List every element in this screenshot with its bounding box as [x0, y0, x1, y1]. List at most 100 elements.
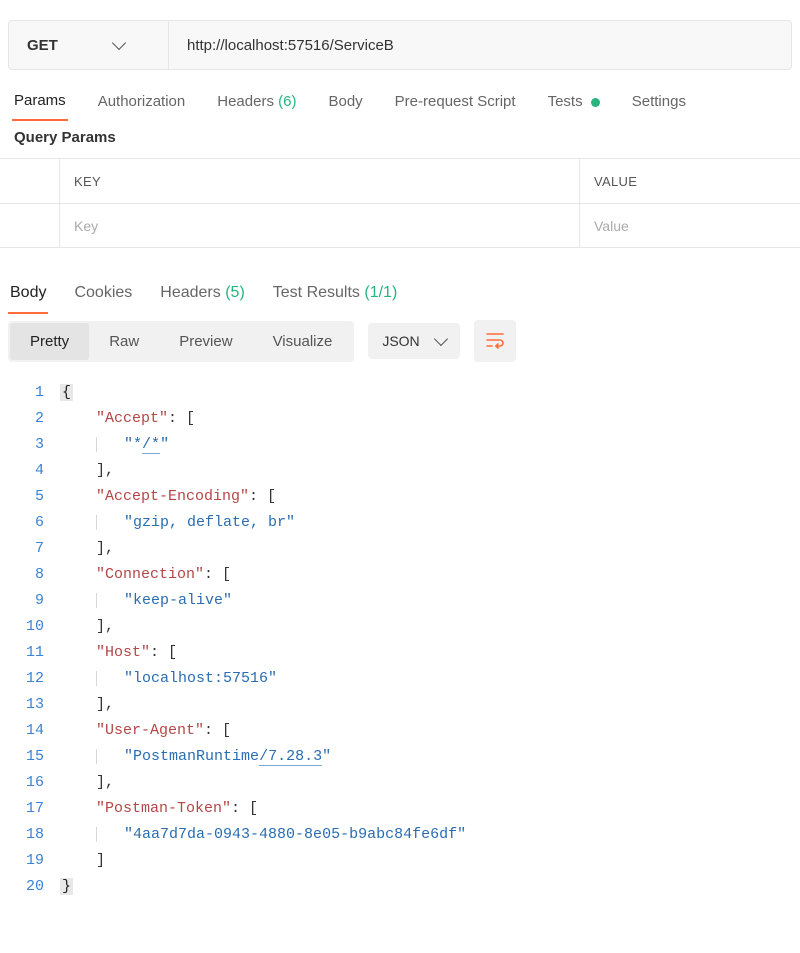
code-line: 14 "User-Agent": [	[0, 718, 800, 744]
tab-headers[interactable]: Headers (6)	[215, 87, 298, 120]
line-number: 18	[0, 822, 60, 848]
request-tabs: Params Authorization Headers (6) Body Pr…	[0, 80, 800, 121]
line-number: 10	[0, 614, 60, 640]
code-content: ],	[60, 458, 800, 484]
line-number: 13	[0, 692, 60, 718]
code-content: ],	[60, 614, 800, 640]
line-number: 3	[0, 432, 60, 458]
line-number: 20	[0, 874, 60, 900]
tab-headers-label: Headers	[217, 93, 274, 110]
response-body-viewer[interactable]: 1{2 "Accept": [3 "*/*"4 ],5 "Accept-Enco…	[0, 372, 800, 920]
line-number: 12	[0, 666, 60, 692]
chevron-down-icon	[112, 36, 126, 50]
code-content: "Connection": [	[60, 562, 800, 588]
wrap-icon	[485, 331, 505, 352]
code-content: "gzip, deflate, br"	[60, 510, 800, 536]
code-content: ],	[60, 692, 800, 718]
code-line: 20}	[0, 874, 800, 900]
view-pretty-button[interactable]: Pretty	[10, 323, 89, 360]
headers-count: (6)	[278, 93, 296, 110]
code-content: "User-Agent": [	[60, 718, 800, 744]
code-line: 5 "Accept-Encoding": [	[0, 484, 800, 510]
request-bar: GET	[8, 20, 792, 70]
tab-tests-label: Tests	[548, 93, 583, 110]
response-headers-label: Headers	[160, 284, 220, 301]
http-method-select[interactable]: GET	[9, 21, 169, 69]
view-preview-button[interactable]: Preview	[159, 323, 252, 360]
code-line: 18 "4aa7d7da-0943-4880-8e05-b9abc84fe6df…	[0, 822, 800, 848]
code-content: }	[60, 874, 800, 900]
code-line: 8 "Connection": [	[0, 562, 800, 588]
code-content: "Postman-Token": [	[60, 796, 800, 822]
line-number: 6	[0, 510, 60, 536]
query-params-title: Query Params	[0, 121, 800, 158]
tests-indicator-dot	[591, 98, 600, 107]
test-results-label: Test Results	[273, 284, 360, 301]
line-number: 19	[0, 848, 60, 874]
line-number: 1	[0, 380, 60, 406]
tab-settings[interactable]: Settings	[630, 87, 688, 120]
view-raw-button[interactable]: Raw	[89, 323, 159, 360]
tab-params[interactable]: Params	[12, 86, 68, 121]
view-mode-segment: Pretty Raw Preview Visualize	[8, 321, 354, 362]
format-value: JSON	[382, 333, 419, 349]
code-content: "Accept": [	[60, 406, 800, 432]
code-line: 13 ],	[0, 692, 800, 718]
code-line: 3 "*/*"	[0, 432, 800, 458]
response-tabs: Body Cookies Headers (5) Test Results (1…	[0, 248, 800, 314]
response-tab-headers[interactable]: Headers (5)	[158, 280, 247, 314]
line-number: 4	[0, 458, 60, 484]
wrap-lines-button[interactable]	[474, 320, 516, 362]
line-number: 15	[0, 744, 60, 770]
line-number: 2	[0, 406, 60, 432]
code-line: 6 "gzip, deflate, br"	[0, 510, 800, 536]
url-input[interactable]	[169, 21, 791, 69]
chevron-down-icon	[434, 332, 448, 346]
code-content: "keep-alive"	[60, 588, 800, 614]
checkbox-column	[0, 159, 60, 203]
code-line: 10 ],	[0, 614, 800, 640]
line-number: 8	[0, 562, 60, 588]
table-header-row: KEY VALUE	[0, 159, 800, 203]
response-tab-cookies[interactable]: Cookies	[72, 280, 134, 314]
line-number: 9	[0, 588, 60, 614]
code-content: ],	[60, 536, 800, 562]
code-line: 12 "localhost:57516"	[0, 666, 800, 692]
code-line: 15 "PostmanRuntime/7.28.3"	[0, 744, 800, 770]
line-number: 7	[0, 536, 60, 562]
line-number: 11	[0, 640, 60, 666]
param-value-input[interactable]	[594, 218, 786, 234]
code-line: 9 "keep-alive"	[0, 588, 800, 614]
code-line: 1{	[0, 380, 800, 406]
response-headers-count: (5)	[225, 284, 245, 301]
response-tab-body[interactable]: Body	[8, 280, 48, 314]
table-row	[0, 203, 800, 247]
code-line: 19 ]	[0, 848, 800, 874]
line-number: 14	[0, 718, 60, 744]
code-line: 16 ],	[0, 770, 800, 796]
view-visualize-button[interactable]: Visualize	[253, 323, 353, 360]
param-key-input[interactable]	[74, 218, 565, 234]
code-line: 4 ],	[0, 458, 800, 484]
tab-prerequest[interactable]: Pre-request Script	[393, 87, 518, 120]
tab-tests[interactable]: Tests	[546, 87, 602, 120]
code-content: "*/*"	[60, 432, 800, 458]
code-content: {	[60, 380, 800, 406]
tab-authorization[interactable]: Authorization	[96, 87, 188, 120]
code-content: "4aa7d7da-0943-4880-8e05-b9abc84fe6df"	[60, 822, 800, 848]
code-content: ],	[60, 770, 800, 796]
checkbox-cell[interactable]	[0, 204, 60, 247]
code-content: "localhost:57516"	[60, 666, 800, 692]
code-content: "Accept-Encoding": [	[60, 484, 800, 510]
code-content: ]	[60, 848, 800, 874]
key-header: KEY	[60, 159, 580, 203]
response-format-select[interactable]: JSON	[368, 323, 459, 359]
code-line: 11 "Host": [	[0, 640, 800, 666]
response-tab-test-results[interactable]: Test Results (1/1)	[271, 280, 400, 314]
code-line: 7 ],	[0, 536, 800, 562]
code-line: 17 "Postman-Token": [	[0, 796, 800, 822]
code-content: "Host": [	[60, 640, 800, 666]
tab-body[interactable]: Body	[326, 87, 364, 120]
code-content: "PostmanRuntime/7.28.3"	[60, 744, 800, 770]
response-view-controls: Pretty Raw Preview Visualize JSON	[0, 314, 800, 372]
